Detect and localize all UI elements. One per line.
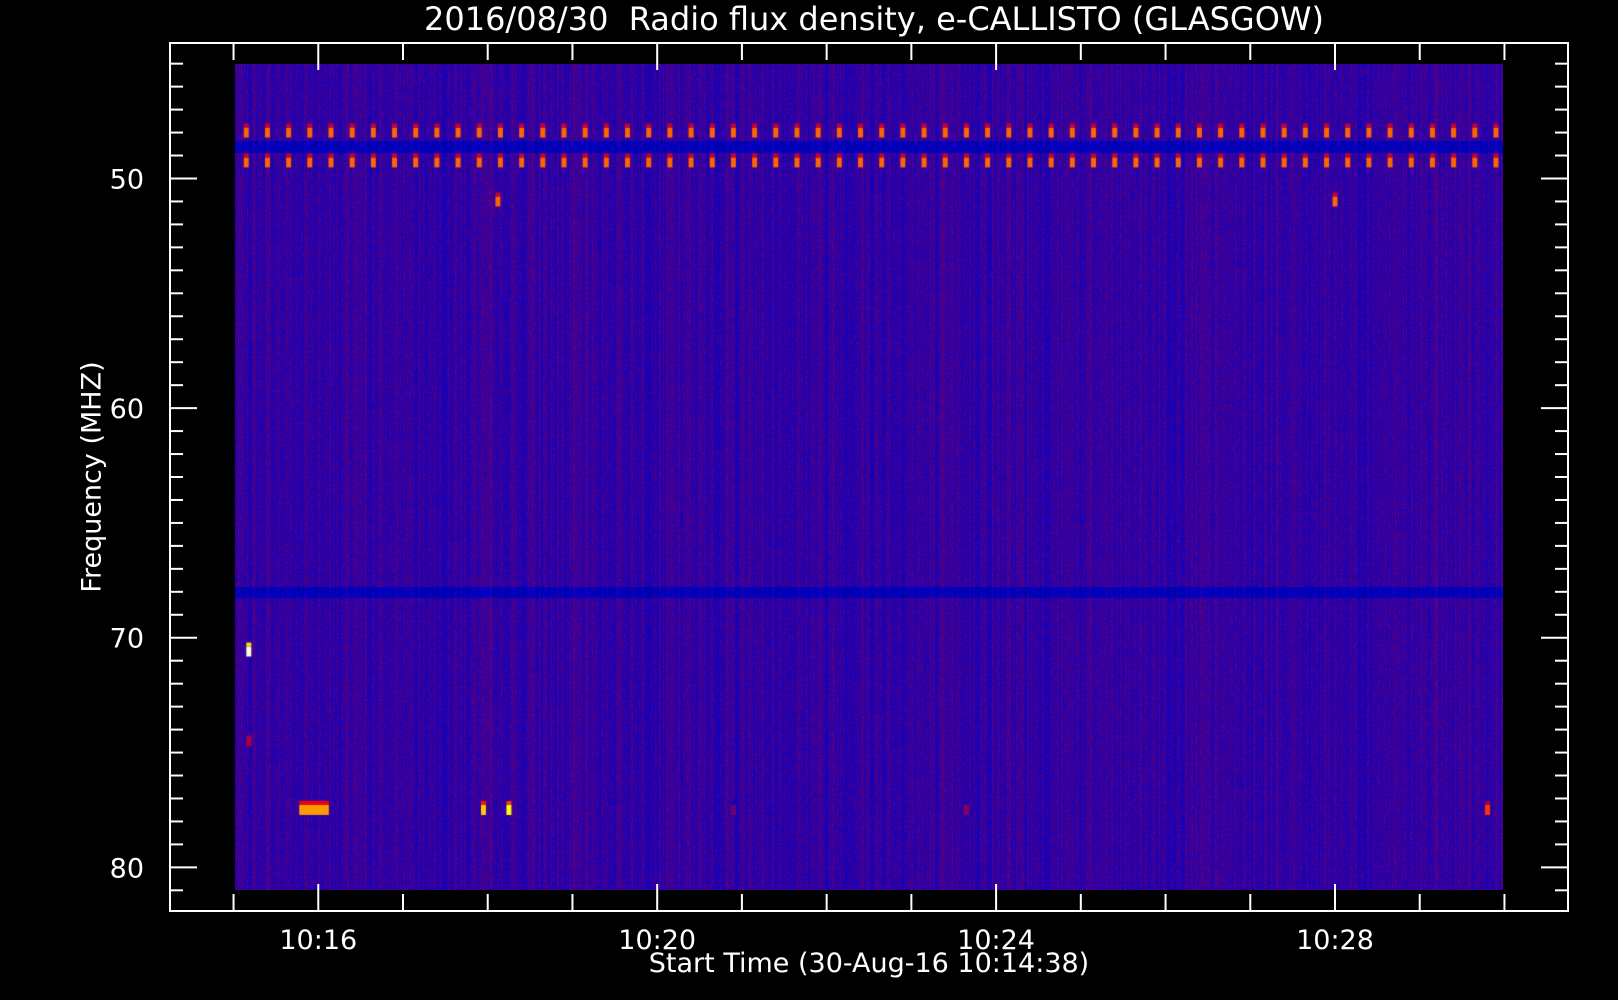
- y-tick-label: 50: [110, 164, 144, 195]
- x-axis-label: Start Time (30-Aug-16 10:14:38): [648, 948, 1090, 979]
- plot-frame: [169, 42, 1569, 912]
- y-tick-label: 70: [110, 624, 144, 655]
- y-axis-label: Frequency (MHZ): [76, 361, 108, 593]
- chart-axes: 10:16 10:20 10:24 10:2850607080: [110, 42, 1569, 956]
- y-tick-label: 60: [110, 394, 144, 425]
- y-tick-label: 80: [110, 853, 144, 884]
